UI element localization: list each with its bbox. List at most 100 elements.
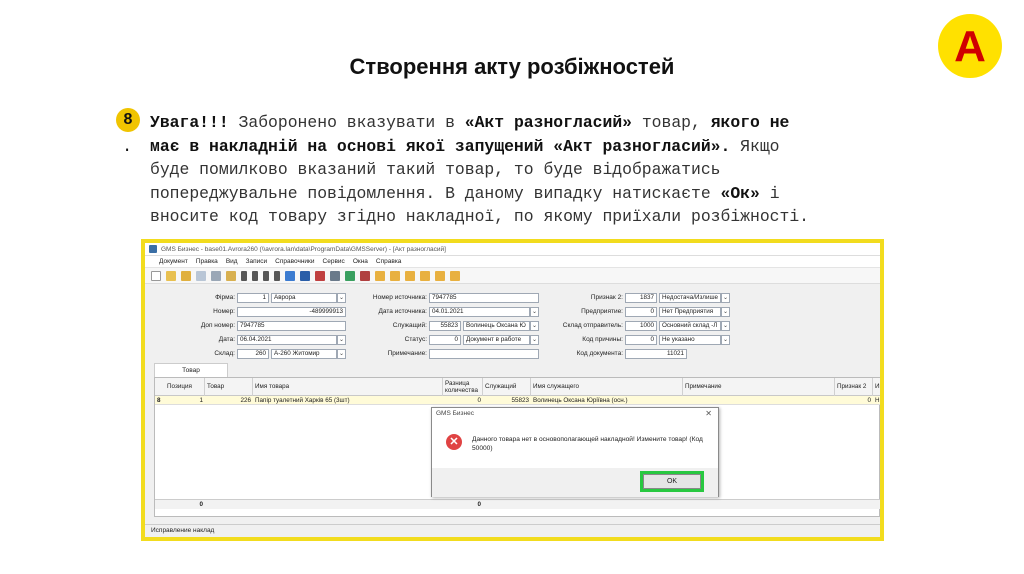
new-document-icon[interactable]: [151, 270, 161, 281]
first-record-icon[interactable]: [241, 270, 247, 281]
last-record-icon[interactable]: [274, 270, 280, 281]
priznak-code-field[interactable]: 1837: [625, 293, 657, 303]
pred-code-field[interactable]: 0: [625, 307, 657, 317]
menu-item-view[interactable]: Вид: [226, 258, 238, 265]
slide: A Створення акту розбіжностей 8 . Увага!…: [0, 0, 1024, 574]
column-header-position[interactable]: Позиция: [165, 378, 205, 396]
prev-record-icon[interactable]: [252, 270, 258, 281]
dopnomer-field[interactable]: 7947785: [237, 321, 346, 331]
column-header-sluzh-name[interactable]: Имя служащего: [531, 378, 683, 396]
toolbar: [145, 268, 880, 284]
folder-icon[interactable]: [181, 270, 191, 281]
kod-doc-field[interactable]: 11021: [625, 349, 687, 359]
step-number-badge: 8: [116, 108, 140, 132]
cell-sluzh[interactable]: 55823: [483, 396, 531, 405]
kod-prich-dropdown-icon[interactable]: ⌄: [721, 335, 730, 345]
menu-item-help[interactable]: Справка: [376, 258, 402, 265]
para-text: вносите код товару згідно накладної, по …: [150, 207, 810, 227]
nomer-field[interactable]: -489999913: [237, 307, 346, 317]
column-header-prim[interactable]: Примечание: [683, 378, 835, 396]
status-code-field[interactable]: 0: [429, 335, 461, 345]
search-icon[interactable]: [330, 270, 340, 281]
para-text: буде помилково вказаний такий товар, то …: [150, 160, 721, 180]
sklad-code-field[interactable]: 260: [237, 349, 269, 359]
tab-tovar[interactable]: Товар: [154, 363, 228, 377]
app-icon: [149, 245, 157, 253]
run-icon[interactable]: [226, 270, 236, 281]
pred-name-field[interactable]: Нет Предприятия: [659, 307, 721, 317]
report6-icon[interactable]: [450, 270, 460, 281]
menu-item-document[interactable]: Документ: [159, 258, 188, 265]
nomer-ist-label: Номер источника:: [372, 294, 427, 301]
cell-tovar[interactable]: 226: [205, 396, 253, 405]
data-label: Дата:: [218, 336, 235, 343]
cell-im[interactable]: Н: [873, 396, 880, 405]
cell-prim[interactable]: [683, 396, 835, 405]
kod-prich-name-field[interactable]: Не указано: [659, 335, 721, 345]
column-header-priznak[interactable]: Признак 2: [835, 378, 873, 396]
report5-icon[interactable]: [435, 270, 445, 281]
cell-position[interactable]: 1: [165, 396, 205, 405]
column-header-sluzh[interactable]: Служащий: [483, 378, 531, 396]
para-bold: має в накладній на основі якої запущений…: [150, 136, 731, 156]
menu-item-service[interactable]: Сервис: [323, 258, 345, 265]
ok-button[interactable]: OK: [643, 474, 701, 489]
report2-icon[interactable]: [390, 270, 400, 281]
preview-icon[interactable]: [196, 270, 206, 281]
open-folder-icon[interactable]: [166, 270, 176, 281]
nomer-label: Номер:: [213, 308, 235, 315]
report-icon[interactable]: [375, 270, 385, 281]
column-header-name[interactable]: Имя товара: [253, 378, 443, 396]
print-icon[interactable]: [211, 270, 221, 281]
error-dialog: GMS Бизнес ✕ ✕ Данного товара нет в осно…: [431, 407, 719, 497]
cell-name[interactable]: Папір туалетний Харків 65 (3шт): [253, 396, 443, 405]
column-header-im[interactable]: Им: [873, 378, 880, 396]
pred-dropdown-icon[interactable]: ⌄: [721, 307, 730, 317]
add-record-icon[interactable]: [285, 270, 295, 281]
priznak-dropdown-icon[interactable]: ⌄: [721, 293, 730, 303]
prim-label: Примечание:: [387, 350, 427, 357]
para-text: товар,: [632, 113, 711, 132]
sklad-otpr-name-field[interactable]: Основний склад -Л: [659, 321, 721, 331]
sklad-name-field[interactable]: А-260 Житомир: [271, 349, 337, 359]
date-field[interactable]: 06.04.2021: [237, 335, 337, 345]
firma-code-field[interactable]: 1: [237, 293, 269, 303]
delete-icon[interactable]: [315, 270, 325, 281]
clear-filter-icon[interactable]: [360, 270, 370, 281]
sluzh-label: Служащий:: [392, 322, 427, 329]
step-dot: .: [122, 138, 133, 157]
priznak-name-field[interactable]: Недостача/Излише: [659, 293, 721, 303]
next-record-icon[interactable]: [263, 270, 269, 281]
prim-field[interactable]: [429, 349, 539, 359]
sluzh-name-field[interactable]: Волинець Оксана Ю: [463, 321, 530, 331]
cell-sluzh-name[interactable]: Волинець Оксана Юріївна (осн.): [531, 396, 683, 405]
save-icon[interactable]: [300, 270, 310, 281]
column-header-tovar[interactable]: Товар: [205, 378, 253, 396]
status-bar: Исправление наклад: [145, 524, 880, 537]
sluzh-code-field[interactable]: 55823: [429, 321, 461, 331]
menu-item-references[interactable]: Справочники: [275, 258, 314, 265]
menu-item-records[interactable]: Записи: [246, 258, 268, 265]
data-ist-field[interactable]: 04.01.2021: [429, 307, 530, 317]
status-name-field[interactable]: Документ в работе: [463, 335, 530, 345]
sklad-otpr-dropdown-icon[interactable]: ⌄: [721, 321, 730, 331]
sklad-otpr-code-field[interactable]: 1000: [625, 321, 657, 331]
menu-item-windows[interactable]: Окна: [353, 258, 368, 265]
data-ist-label: Дата источника:: [378, 308, 427, 315]
table-row[interactable]: 8 1 226 Папір туалетний Харків 65 (3шт) …: [155, 396, 880, 405]
report4-icon[interactable]: [420, 270, 430, 281]
kod-prich-code-field[interactable]: 0: [625, 335, 657, 345]
dialog-title: GMS Бизнес: [436, 410, 474, 417]
close-icon[interactable]: ✕: [705, 409, 712, 418]
menu-item-edit[interactable]: Правка: [196, 258, 218, 265]
filter-icon[interactable]: [345, 270, 355, 281]
cell-priznak[interactable]: 0: [835, 396, 873, 405]
para-bold: якого не: [710, 113, 790, 132]
firma-name-field[interactable]: Аврора: [271, 293, 337, 303]
para-text: Заборонено вказувати в: [228, 113, 465, 132]
cell-diff[interactable]: 0: [443, 396, 483, 405]
column-header-diff[interactable]: Разница количества: [443, 378, 483, 396]
nomer-ist-field[interactable]: 7947785: [429, 293, 539, 303]
pred-label: Предприятие:: [581, 308, 623, 315]
report3-icon[interactable]: [405, 270, 415, 281]
